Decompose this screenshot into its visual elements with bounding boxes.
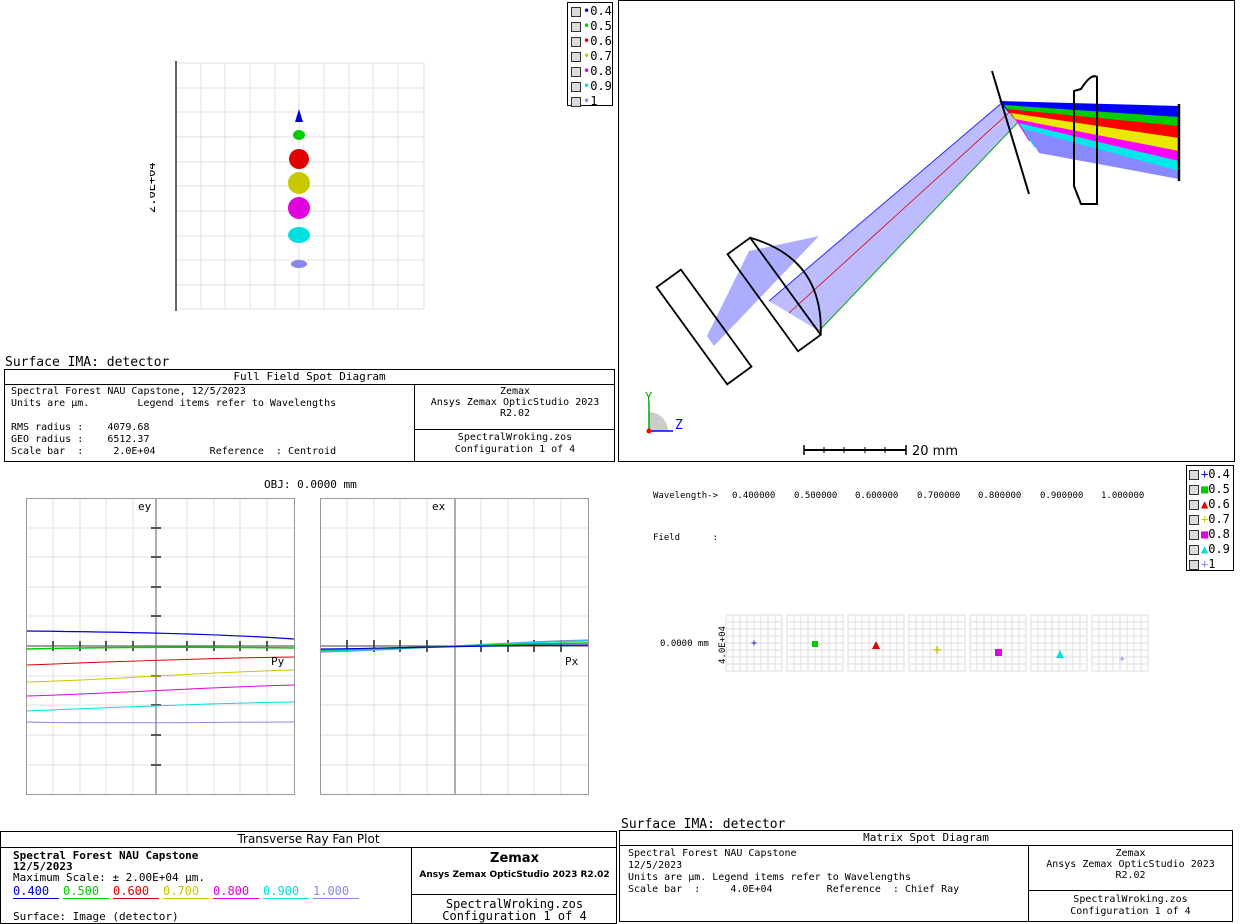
spot-brand: Zemax bbox=[499, 386, 531, 397]
matrix-info1: Spectral Forest NAU Capstone bbox=[628, 848, 797, 859]
legend-top-item[interactable]: •0.6 bbox=[571, 34, 612, 48]
spot-0.9 bbox=[288, 227, 310, 243]
legend-right-item[interactable]: ■0.8 bbox=[1189, 527, 1230, 541]
matrix-info2: 12/5/2023 bbox=[628, 860, 683, 871]
spot-1 bbox=[291, 260, 307, 268]
matrix-product: Ansys Zemax OpticStudio 2023 R2.02 bbox=[1046, 859, 1215, 881]
axis-z-label: Z bbox=[675, 418, 683, 433]
fan-info-box: Transverse Ray Fan Plot Spectral Forest … bbox=[0, 831, 617, 924]
matrix-spot-0.5 bbox=[812, 641, 818, 647]
spot-0.7 bbox=[288, 172, 310, 194]
matrix-spot-0.4: + bbox=[751, 638, 757, 649]
fan-title: Transverse Ray Fan Plot bbox=[1, 832, 616, 848]
spot-info-line1: Spectral Forest NAU Capstone, 12/5/2023 bbox=[11, 386, 246, 397]
spot-info-line2: Units are µm. Legend items refer to Wave… bbox=[11, 398, 337, 409]
legend-right-item[interactable]: +0.7 bbox=[1189, 512, 1230, 526]
fan-wave-legend: 0.400 0.500 0.600 0.700 0.800 0.900 1.000 bbox=[13, 884, 359, 899]
matrix-wl: 0.700000 bbox=[917, 491, 961, 501]
fan-product: Ansys Zemax OpticStudio 2023 R2.02 bbox=[419, 870, 610, 880]
spot-surface-label: Surface IMA: detector bbox=[5, 355, 170, 370]
legend-top-item[interactable]: •0.7 bbox=[571, 49, 612, 63]
fan-surface: Surface: Image (detector) bbox=[13, 910, 179, 923]
legend-right-item[interactable]: +0.4 bbox=[1189, 467, 1230, 481]
layout-panel: Y Z 20 mm bbox=[618, 0, 1235, 462]
matrix-info3: Units are µm. Legend items refer to Wave… bbox=[628, 872, 911, 883]
fan-plot-ex: ex Px bbox=[320, 498, 589, 795]
legend-top-item[interactable]: •0.4 bbox=[571, 4, 612, 18]
spot-config: Configuration 1 of 4 bbox=[454, 444, 576, 455]
fan-wave-0.5: 0.500 bbox=[63, 884, 109, 899]
legend-right: +0.4 ■0.5 ▲0.6 +0.7 ■0.8 ▲0.9 +1 bbox=[1186, 465, 1234, 571]
matrix-spot-0.6 bbox=[872, 641, 880, 649]
fan-brand: Zemax bbox=[490, 851, 539, 866]
legend-right-item[interactable]: ■0.5 bbox=[1189, 482, 1230, 496]
legend-right-item[interactable]: ▲0.9 bbox=[1189, 542, 1230, 556]
fan-ey-label: ey bbox=[138, 500, 152, 513]
matrix-wl: 0.800000 bbox=[978, 491, 1022, 501]
matrix-wl: 1.000000 bbox=[1101, 491, 1145, 501]
spot-0.8 bbox=[288, 197, 310, 219]
matrix-spot-0.9 bbox=[1056, 650, 1064, 658]
matrix-wl: 0.500000 bbox=[794, 491, 838, 501]
spot-0.6 bbox=[289, 149, 309, 169]
spot-title: Full Field Spot Diagram bbox=[5, 370, 614, 385]
matrix-info-box: Matrix Spot Diagram Spectral Forest NAU … bbox=[619, 830, 1233, 922]
matrix-field-value: 0.0000 mm bbox=[660, 639, 709, 649]
matrix-spot-1: + bbox=[1119, 654, 1125, 665]
fan-wave-0.9: 0.900 bbox=[263, 884, 309, 899]
layout-scale-label: 20 mm bbox=[912, 444, 958, 459]
matrix-title: Matrix Spot Diagram bbox=[620, 831, 1232, 846]
axis-y-label: Y bbox=[645, 390, 653, 404]
spot-scale-label: 2.0E+04 bbox=[150, 162, 158, 213]
legend-top-item[interactable]: •0.5 bbox=[571, 19, 612, 33]
spot-geo: GEO radius : 6512.37 bbox=[11, 434, 150, 445]
legend-right-item[interactable]: +1 bbox=[1189, 557, 1215, 571]
matrix-wl-label: Wavelength-> bbox=[653, 491, 719, 501]
fan-wave-0.8: 0.800 bbox=[213, 884, 259, 899]
legend-top: •0.4 •0.5 •0.6 •0.7 •0.8 •0.9 •1 bbox=[567, 2, 613, 108]
layout-plot: Y Z 20 mm bbox=[645, 70, 1181, 459]
matrix-file: SpectralWroking.zos bbox=[1073, 894, 1188, 905]
legend-top-item[interactable]: •0.8 bbox=[571, 64, 612, 78]
legend-top-item[interactable]: •1 bbox=[571, 94, 597, 108]
matrix-info4: Scale bar : 4.0E+04 Reference : Chief Ra… bbox=[628, 884, 960, 895]
matrix-spot-0.7: + bbox=[933, 643, 941, 658]
spot-diagram-plot: 2.0E+04 bbox=[150, 61, 425, 311]
matrix-grid: 4.0E+04 + + + bbox=[718, 614, 1149, 672]
spot-rms: RMS radius : 4079.68 bbox=[11, 422, 150, 433]
fan-wave-0.4: 0.400 bbox=[13, 884, 59, 899]
matrix-spot-0.8 bbox=[995, 649, 1002, 656]
spot-0.4 bbox=[295, 109, 303, 122]
fan-wave-0.6: 0.600 bbox=[113, 884, 159, 899]
fan-wave-1.0: 1.000 bbox=[313, 884, 359, 899]
matrix-wl: 0.400000 bbox=[732, 491, 776, 501]
matrix-field-label: Field : bbox=[653, 533, 719, 543]
spot-scalebar: Scale bar : 2.0E+04 Reference : Centroid bbox=[11, 446, 337, 457]
fan-wave-0.7: 0.700 bbox=[163, 884, 209, 899]
fan-info3: Maximum Scale: ± 2.00E+04 µm. bbox=[13, 871, 206, 884]
spot-info-box: Full Field Spot Diagram Spectral Forest … bbox=[4, 369, 615, 462]
fan-px-label: Px bbox=[565, 655, 579, 668]
matrix-brand: Zemax bbox=[1115, 848, 1146, 859]
fan-obj-label: OBJ: 0.0000 mm bbox=[264, 478, 357, 491]
spot-0.5 bbox=[293, 130, 305, 140]
matrix-config: Configuration 1 of 4 bbox=[1070, 906, 1191, 917]
spot-product: Ansys Zemax OpticStudio 2023 R2.02 bbox=[430, 397, 600, 419]
fan-ex-label: ex bbox=[432, 500, 446, 513]
legend-top-item[interactable]: •0.9 bbox=[571, 79, 612, 93]
matrix-wl: 0.600000 bbox=[855, 491, 899, 501]
spot-file: SpectralWroking.zos bbox=[457, 432, 573, 443]
fan-config: Configuration 1 of 4 bbox=[442, 909, 587, 923]
fan-py-label: Py bbox=[271, 655, 285, 668]
matrix-wl: 0.900000 bbox=[1040, 491, 1084, 501]
fan-plot-ey: ey Py bbox=[26, 498, 295, 795]
legend-right-item[interactable]: ▲0.6 bbox=[1189, 497, 1230, 511]
